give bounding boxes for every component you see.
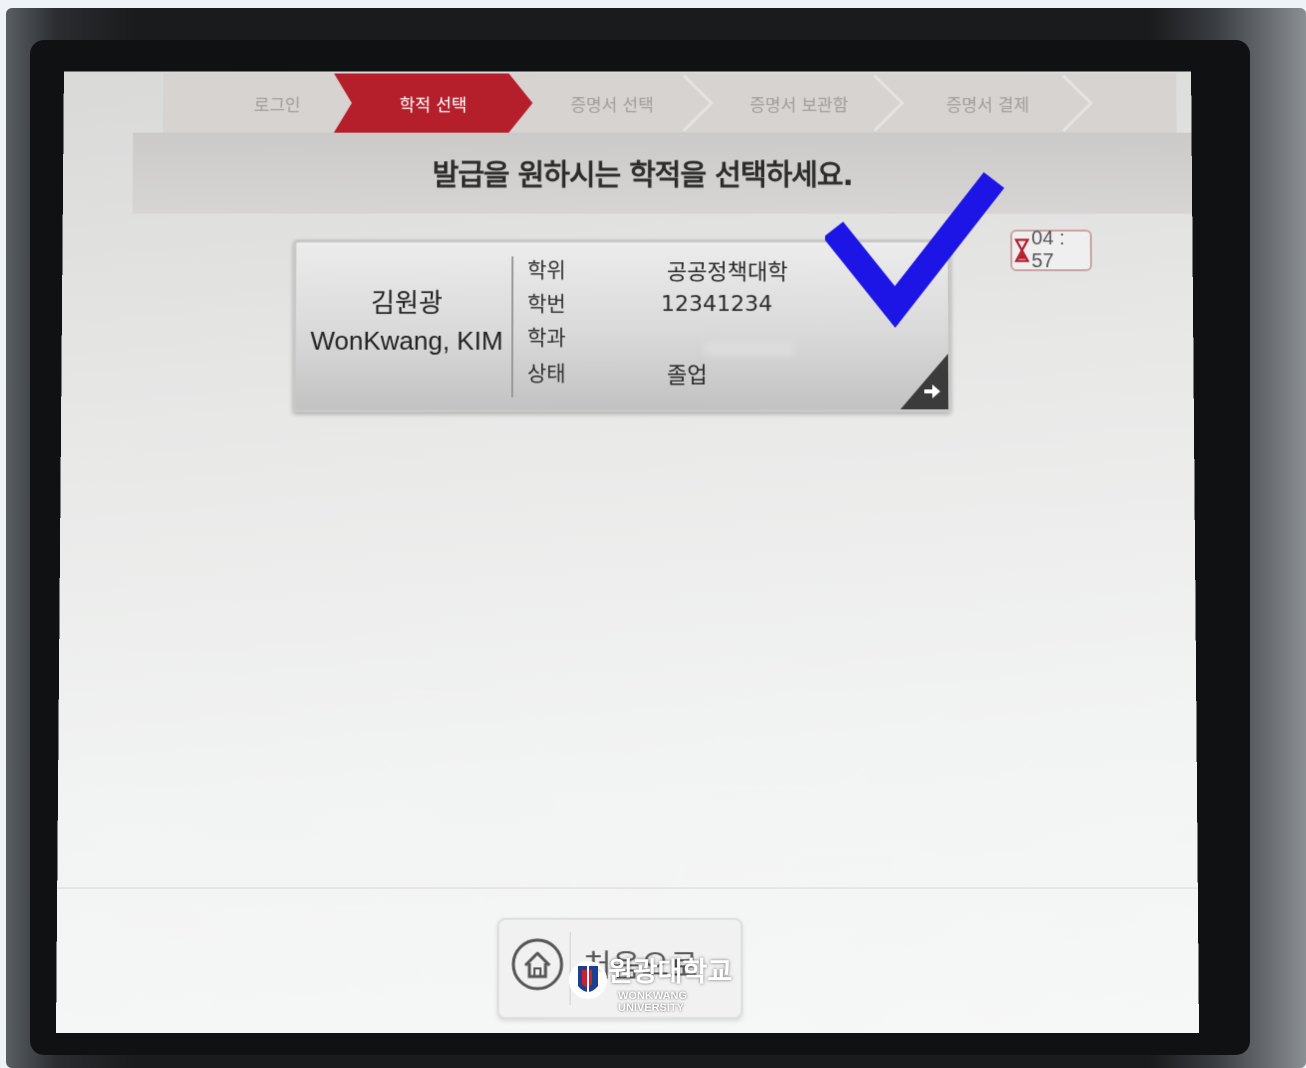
page-title: 발급을 원하시는 학적을 선택하세요. xyxy=(432,158,853,192)
field-label-student-id: 학번 xyxy=(527,292,566,316)
step-progress-bar: 로그인 학적 선택 증명서 선택 증명서 보관함 증명서 결제 xyxy=(162,73,1177,133)
photo-frame: 로그인 학적 선택 증명서 선택 증명서 보관함 증명서 결제 발급을 원하시는… xyxy=(0,0,1306,1068)
arrow-right-icon[interactable] xyxy=(922,381,942,401)
step-label: 증명서 선택 xyxy=(570,95,654,116)
field-label-status: 상태 xyxy=(527,361,566,386)
step-certificate-payment: 증명서 결제 xyxy=(893,73,1082,132)
step-label: 증명서 결제 xyxy=(946,95,1030,116)
kiosk-screen: 로그인 학적 선택 증명서 선택 증명서 보관함 증명서 결제 발급을 원하시는… xyxy=(56,71,1199,1034)
university-emblem-icon xyxy=(569,961,607,999)
checkmark-icon xyxy=(825,170,1005,329)
timer-text: 04 : 57 xyxy=(1031,227,1065,273)
watermark-name: 원광대학교 xyxy=(608,957,733,988)
chevron-right-icon xyxy=(1059,73,1099,132)
step-login: 로그인 xyxy=(203,73,352,132)
student-name: 김원광 WonKwang, KIM xyxy=(296,284,518,359)
step-label: 학적 선택 xyxy=(399,95,468,116)
step-label: 로그인 xyxy=(253,95,301,116)
footer-divider xyxy=(57,887,1198,889)
step-certificate-select: 증명서 선택 xyxy=(523,73,702,132)
university-watermark: 원광대학교 WONKWANG UNIVERSITY xyxy=(568,948,748,1014)
redacted-department xyxy=(704,341,795,356)
step-record-select: 학적 선택 xyxy=(334,73,533,132)
title-band: 발급을 원하시는 학적을 선택하세요. xyxy=(132,132,1193,214)
step-certificate-box: 증명서 보관함 xyxy=(704,73,893,132)
session-timer: 04 : 57 xyxy=(1010,227,1093,273)
hourglass-icon xyxy=(1014,238,1029,264)
student-name-ko: 김원광 xyxy=(370,288,443,318)
field-label-degree: 학위 xyxy=(527,258,566,283)
field-label-department: 학과 xyxy=(527,325,566,350)
student-name-en: WonKwang, KIM xyxy=(310,325,503,356)
watermark-subtitle: WONKWANG UNIVERSITY xyxy=(618,990,688,1014)
home-icon xyxy=(507,934,567,995)
card-divider xyxy=(511,256,514,398)
step-label: 증명서 보관함 xyxy=(749,95,849,116)
field-value-status: 졸업 xyxy=(666,363,708,389)
